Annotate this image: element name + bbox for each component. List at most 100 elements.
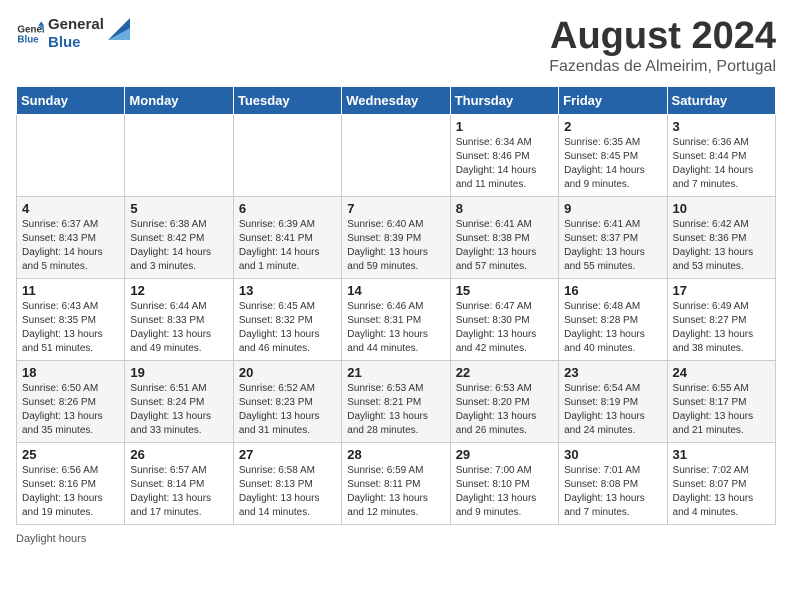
calendar-day-cell: 6Sunrise: 6:39 AM Sunset: 8:41 PM Daylig… [233, 196, 341, 278]
day-number: 30 [564, 447, 661, 462]
day-number: 19 [130, 365, 227, 380]
calendar-day-cell: 8Sunrise: 6:41 AM Sunset: 8:38 PM Daylig… [450, 196, 558, 278]
day-info: Sunrise: 6:54 AM Sunset: 8:19 PM Dayligh… [564, 382, 661, 438]
logo-blue: Blue [48, 34, 104, 52]
calendar-day-cell: 18 Sunrise: 6:50 AM Sunset: 8:26 PM Dayli… [17, 360, 125, 442]
calendar-header-cell: Friday [559, 86, 667, 114]
calendar-week-row: 18 Sunrise: 6:50 AM Sunset: 8:26 PM Dayli… [17, 360, 776, 442]
calendar-table: SundayMondayTuesdayWednesdayThursdayFrid… [16, 86, 776, 525]
calendar-day-cell: 15 Sunrise: 6:47 AM Sunset: 8:30 PM Dayli… [450, 278, 558, 360]
day-info: Sunrise: 6:36 AM Sunset: 8:44 PM Dayligh… [673, 136, 770, 192]
day-number: 22 [456, 365, 553, 380]
calendar-header-cell: Tuesday [233, 86, 341, 114]
logo: General Blue General Blue [16, 16, 130, 52]
day-number: 12 [130, 283, 227, 298]
day-info: Sunrise: 6:53 AM Sunset: 8:21 PM Dayligh… [347, 382, 444, 438]
day-number: 16 [564, 283, 661, 298]
day-info: Sunrise: 7:00 AM Sunset: 8:10 PM Dayligh… [456, 464, 553, 520]
day-number: 5 [130, 201, 227, 216]
title-area: August 2024 Fazendas de Almeirim, Portug… [549, 16, 776, 76]
calendar-day-cell: 5Sunrise: 6:38 AM Sunset: 8:42 PM Daylig… [125, 196, 233, 278]
day-info: Sunrise: 6:51 AM Sunset: 8:24 PM Dayligh… [130, 382, 227, 438]
calendar-header-row: SundayMondayTuesdayWednesdayThursdayFrid… [17, 86, 776, 114]
calendar-day-cell: 29Sunrise: 7:00 AM Sunset: 8:10 PM Dayli… [450, 442, 558, 524]
calendar-header-cell: Thursday [450, 86, 558, 114]
calendar-day-cell: 3 Sunrise: 6:36 AM Sunset: 8:44 PM Daylig… [667, 114, 775, 196]
calendar-week-row: 25Sunrise: 6:56 AM Sunset: 8:16 PM Dayli… [17, 442, 776, 524]
day-info: Sunrise: 6:57 AM Sunset: 8:14 PM Dayligh… [130, 464, 227, 520]
day-number: 23 [564, 365, 661, 380]
day-number: 27 [239, 447, 336, 462]
page-header: General Blue General Blue August 2024 Fa… [16, 16, 776, 76]
day-info: Sunrise: 7:01 AM Sunset: 8:08 PM Dayligh… [564, 464, 661, 520]
calendar-header-cell: Wednesday [342, 86, 450, 114]
calendar-day-cell: 13 Sunrise: 6:45 AM Sunset: 8:32 PM Dayli… [233, 278, 341, 360]
day-number: 10 [673, 201, 770, 216]
month-title: August 2024 [549, 16, 776, 58]
day-number: 13 [239, 283, 336, 298]
calendar-week-row: 11 Sunrise: 6:43 AM Sunset: 8:35 PM Dayli… [17, 278, 776, 360]
calendar-day-cell: 24Sunrise: 6:55 AM Sunset: 8:17 PM Dayli… [667, 360, 775, 442]
day-number: 20 [239, 365, 336, 380]
day-info: Sunrise: 6:53 AM Sunset: 8:20 PM Dayligh… [456, 382, 553, 438]
calendar-day-cell [17, 114, 125, 196]
day-info: Sunrise: 6:48 AM Sunset: 8:28 PM Dayligh… [564, 300, 661, 356]
calendar-day-cell: 19 Sunrise: 6:51 AM Sunset: 8:24 PM Dayli… [125, 360, 233, 442]
day-number: 17 [673, 283, 770, 298]
calendar-day-cell: 12Sunrise: 6:44 AM Sunset: 8:33 PM Dayli… [125, 278, 233, 360]
calendar-day-cell: 4 Sunrise: 6:37 AM Sunset: 8:43 PM Daylig… [17, 196, 125, 278]
calendar-day-cell: 2 Sunrise: 6:35 AM Sunset: 8:45 PM Daylig… [559, 114, 667, 196]
day-info: Sunrise: 6:40 AM Sunset: 8:39 PM Dayligh… [347, 218, 444, 274]
day-info: Sunrise: 6:59 AM Sunset: 8:11 PM Dayligh… [347, 464, 444, 520]
calendar-day-cell: 26 Sunrise: 6:57 AM Sunset: 8:14 PM Dayli… [125, 442, 233, 524]
day-number: 9 [564, 201, 661, 216]
calendar-week-row: 1Sunrise: 6:34 AM Sunset: 8:46 PM Daylig… [17, 114, 776, 196]
day-number: 15 [456, 283, 553, 298]
day-number: 18 [22, 365, 119, 380]
day-info: Sunrise: 6:34 AM Sunset: 8:46 PM Dayligh… [456, 136, 553, 192]
day-number: 3 [673, 119, 770, 134]
calendar-day-cell: 7Sunrise: 6:40 AM Sunset: 8:39 PM Daylig… [342, 196, 450, 278]
calendar-week-row: 4 Sunrise: 6:37 AM Sunset: 8:43 PM Daylig… [17, 196, 776, 278]
calendar-day-cell [233, 114, 341, 196]
day-info: Sunrise: 6:41 AM Sunset: 8:38 PM Dayligh… [456, 218, 553, 274]
calendar-day-cell: 31Sunrise: 7:02 AM Sunset: 8:07 PM Dayli… [667, 442, 775, 524]
calendar-day-cell: 9 Sunrise: 6:41 AM Sunset: 8:37 PM Daylig… [559, 196, 667, 278]
calendar-day-cell: 16 Sunrise: 6:48 AM Sunset: 8:28 PM Dayli… [559, 278, 667, 360]
day-info: Sunrise: 6:37 AM Sunset: 8:43 PM Dayligh… [22, 218, 119, 274]
day-info: Sunrise: 6:39 AM Sunset: 8:41 PM Dayligh… [239, 218, 336, 274]
calendar-day-cell [342, 114, 450, 196]
day-info: Sunrise: 6:50 AM Sunset: 8:26 PM Dayligh… [22, 382, 119, 438]
day-info: Sunrise: 6:49 AM Sunset: 8:27 PM Dayligh… [673, 300, 770, 356]
logo-icon: General Blue [16, 20, 44, 48]
calendar-day-cell: 17 Sunrise: 6:49 AM Sunset: 8:27 PM Dayli… [667, 278, 775, 360]
calendar-header-cell: Sunday [17, 86, 125, 114]
calendar-day-cell: 27Sunrise: 6:58 AM Sunset: 8:13 PM Dayli… [233, 442, 341, 524]
calendar-day-cell: 21 Sunrise: 6:53 AM Sunset: 8:21 PM Dayli… [342, 360, 450, 442]
day-number: 25 [22, 447, 119, 462]
day-number: 26 [130, 447, 227, 462]
calendar-day-cell: 20Sunrise: 6:52 AM Sunset: 8:23 PM Dayli… [233, 360, 341, 442]
footer-note: Daylight hours [16, 533, 776, 545]
calendar-day-cell: 11 Sunrise: 6:43 AM Sunset: 8:35 PM Dayli… [17, 278, 125, 360]
day-info: Sunrise: 7:02 AM Sunset: 8:07 PM Dayligh… [673, 464, 770, 520]
day-number: 28 [347, 447, 444, 462]
calendar-day-cell: 22 Sunrise: 6:53 AM Sunset: 8:20 PM Dayli… [450, 360, 558, 442]
day-info: Sunrise: 6:47 AM Sunset: 8:30 PM Dayligh… [456, 300, 553, 356]
day-number: 4 [22, 201, 119, 216]
day-number: 2 [564, 119, 661, 134]
calendar-day-cell: 14Sunrise: 6:46 AM Sunset: 8:31 PM Dayli… [342, 278, 450, 360]
location-title: Fazendas de Almeirim, Portugal [549, 58, 776, 76]
day-number: 11 [22, 283, 119, 298]
day-number: 21 [347, 365, 444, 380]
calendar-body: 1Sunrise: 6:34 AM Sunset: 8:46 PM Daylig… [17, 114, 776, 524]
day-info: Sunrise: 6:41 AM Sunset: 8:37 PM Dayligh… [564, 218, 661, 274]
day-info: Sunrise: 6:45 AM Sunset: 8:32 PM Dayligh… [239, 300, 336, 356]
calendar-header-cell: Saturday [667, 86, 775, 114]
calendar-day-cell: 28 Sunrise: 6:59 AM Sunset: 8:11 PM Dayli… [342, 442, 450, 524]
calendar-header-cell: Monday [125, 86, 233, 114]
calendar-day-cell: 10Sunrise: 6:42 AM Sunset: 8:36 PM Dayli… [667, 196, 775, 278]
day-info: Sunrise: 6:35 AM Sunset: 8:45 PM Dayligh… [564, 136, 661, 192]
day-number: 14 [347, 283, 444, 298]
day-info: Sunrise: 6:43 AM Sunset: 8:35 PM Dayligh… [22, 300, 119, 356]
